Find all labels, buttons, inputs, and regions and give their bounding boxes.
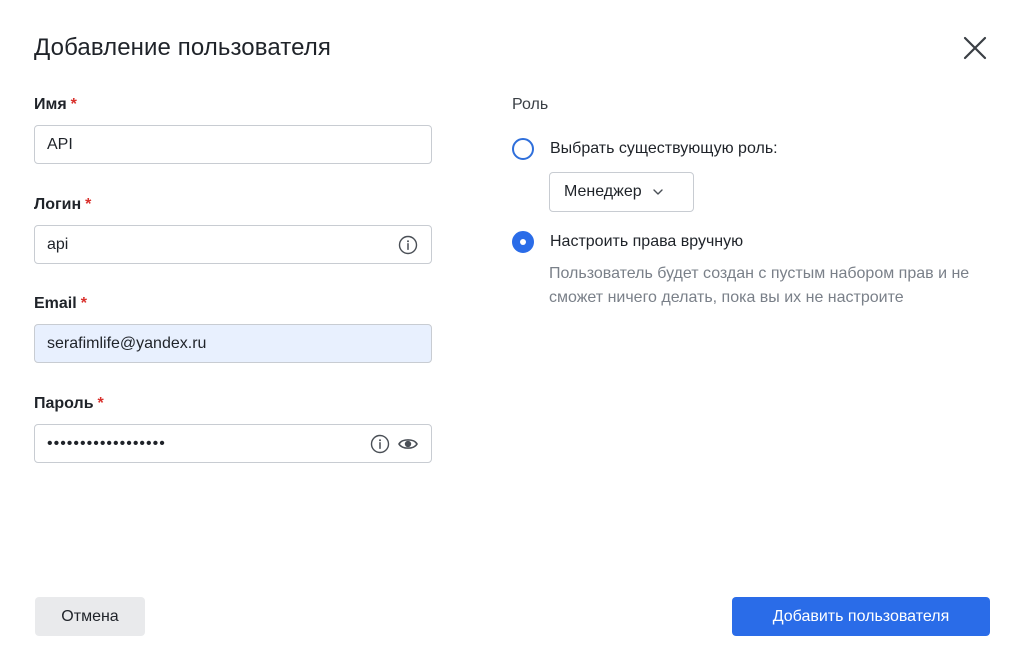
info-icon[interactable]	[369, 433, 391, 455]
radio-existing-role[interactable]: Выбрать существующую роль:	[512, 138, 778, 160]
login-value: api	[47, 235, 69, 253]
name-field[interactable]: API	[34, 125, 432, 164]
role-select-value: Менеджер	[564, 183, 642, 200]
name-value: API	[47, 135, 73, 153]
radio-button-checked[interactable]	[512, 231, 534, 253]
email-label: Email *	[34, 295, 87, 313]
required-mark: *	[80, 295, 87, 312]
role-select[interactable]: Менеджер	[549, 172, 694, 212]
radio-manual-permissions-label: Настроить права вручную	[550, 233, 744, 250]
login-label-text: Логин	[34, 196, 82, 213]
dialog-title: Добавление пользователя	[34, 34, 331, 61]
radio-existing-role-label: Выбрать существующую роль:	[550, 140, 778, 157]
eye-icon[interactable]	[397, 433, 419, 455]
radio-button[interactable]	[512, 138, 534, 160]
password-label: Пароль *	[34, 395, 104, 413]
password-label-text: Пароль	[34, 395, 94, 412]
email-value: serafimlife@yandex.ru	[47, 334, 207, 352]
login-label: Логин *	[34, 196, 91, 214]
password-value: ••••••••••••••••••	[47, 434, 166, 452]
required-mark: *	[85, 196, 92, 213]
manual-permissions-hint: Пользователь будет создан с пустым набор…	[549, 265, 970, 306]
email-label-text: Email	[34, 295, 77, 312]
required-mark: *	[97, 395, 104, 412]
required-mark: *	[70, 96, 77, 113]
info-icon[interactable]	[397, 234, 419, 256]
login-field[interactable]: api	[34, 225, 432, 264]
close-icon[interactable]	[958, 31, 992, 65]
password-field[interactable]: ••••••••••••••••••	[34, 424, 432, 463]
name-label: Имя *	[34, 96, 77, 114]
email-field[interactable]: serafimlife@yandex.ru	[34, 324, 432, 363]
name-label-text: Имя	[34, 96, 67, 113]
add-user-button[interactable]: Добавить пользователя	[732, 597, 990, 636]
role-section-title: Роль	[512, 96, 549, 113]
chevron-down-icon	[652, 189, 663, 195]
radio-manual-permissions[interactable]: Настроить права вручную	[512, 231, 743, 253]
cancel-button[interactable]: Отмена	[35, 597, 145, 636]
